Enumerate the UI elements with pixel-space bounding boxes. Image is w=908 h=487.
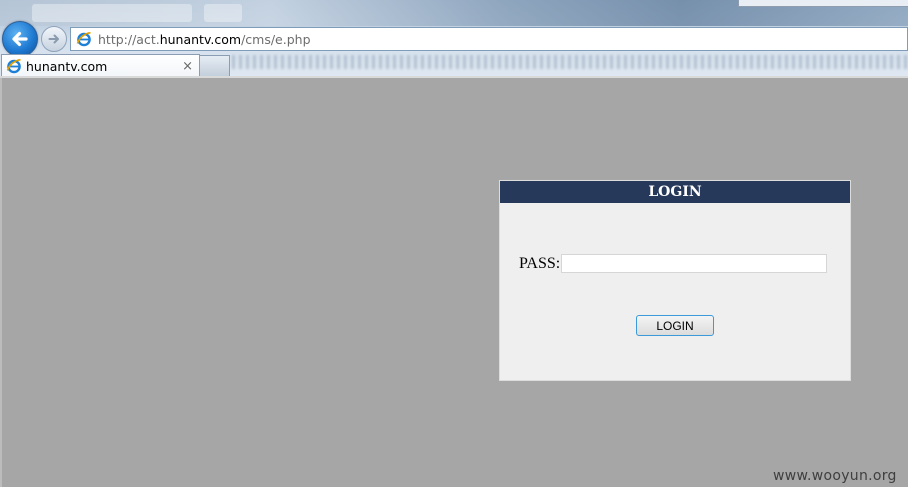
login-header: LOGIN [500, 181, 850, 203]
ie-logo-icon [76, 32, 91, 47]
url-path: /cms/e.php [241, 31, 311, 47]
back-button[interactable] [2, 21, 38, 57]
ie-logo-icon [6, 59, 21, 74]
blurred-bookmarks-bar [232, 55, 908, 69]
password-label: PASS: [519, 254, 561, 272]
forward-arrow-icon [48, 34, 59, 44]
page-edge [0, 78, 2, 487]
chrome-divider [0, 76, 908, 78]
new-tab-button[interactable] [199, 55, 230, 76]
login-button[interactable]: LOGIN [636, 315, 714, 336]
blurred-background-tab [204, 4, 242, 22]
window-controls-area [738, 0, 908, 7]
tab-label: hunantv.com [26, 58, 108, 74]
password-input[interactable] [561, 254, 828, 273]
url-prefix: http://act. [98, 31, 160, 47]
watermark-text: www.wooyun.org [773, 468, 897, 484]
back-arrow-icon [12, 31, 28, 47]
browser-tab[interactable]: hunantv.com × [1, 54, 200, 77]
login-panel: LOGIN PASS: LOGIN [499, 180, 851, 381]
password-row: PASS: [519, 254, 828, 273]
url-domain: hunantv.com [159, 31, 242, 47]
forward-button[interactable] [41, 26, 67, 52]
address-bar[interactable]: http://act.hunantv.com/cms/e.php [70, 27, 908, 51]
blurred-background-tab [32, 4, 192, 22]
tab-close-icon[interactable]: × [182, 60, 193, 73]
browser-chrome: http://act.hunantv.com/cms/e.php hunantv… [0, 0, 908, 78]
url-text[interactable]: http://act.hunantv.com/cms/e.php [98, 32, 311, 47]
